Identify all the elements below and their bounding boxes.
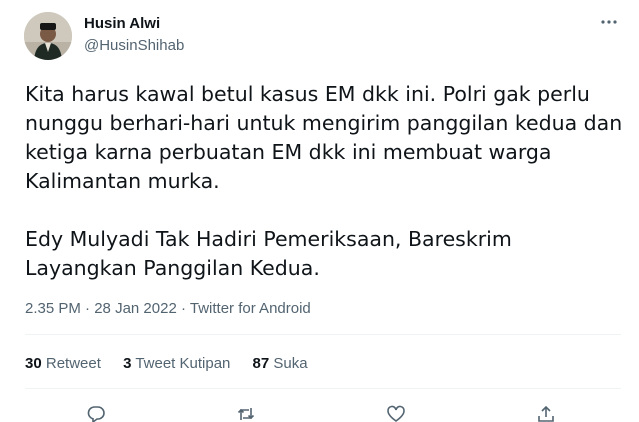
quotes-count: 3 [123,355,132,372]
quotes-label: Tweet Kutipan [135,355,231,372]
retweets-stat[interactable]: 30 Retweet [25,355,101,373]
meta-separator-2: · [180,300,186,317]
more-horizontal-icon [601,20,617,24]
tweet-card: Husin Alwi @HusinShihab Kita harus kawal… [0,0,639,422]
retweets-count: 30 [25,355,42,372]
more-options-icon[interactable] [599,12,619,35]
tweet-source[interactable]: Twitter for Android [190,300,311,317]
likes-label: Suka [273,355,308,372]
retweets-label: Retweet [45,355,101,372]
author-handle[interactable]: @HusinShihab [84,37,184,55]
likes-stat[interactable]: 87 Suka [253,355,308,373]
tweet-paragraph-1: Kita harus kawal betul kasus EM dkk ini.… [25,82,623,193]
divider [25,388,621,389]
meta-separator: · [85,300,91,317]
like-icon[interactable] [386,404,406,422]
tweet-paragraph-2: Edy Mulyadi Tak Hadiri Pemeriksaan, Bare… [25,227,512,280]
tweet-stats: 30 Retweet 3 Tweet Kutipan 87 Suka [25,355,326,373]
tweet-meta: 2.35 PM · 28 Jan 2022 · Twitter for Andr… [25,300,311,318]
reply-icon[interactable] [86,404,106,422]
tweet-date[interactable]: 28 Jan 2022 [94,300,177,317]
author-name[interactable]: Husin Alwi [84,15,160,33]
divider [25,334,621,335]
likes-count: 87 [252,355,270,372]
tweet-actions [0,400,639,422]
tweet-text: Kita harus kawal betul kasus EM dkk ini.… [25,80,625,283]
share-icon[interactable] [536,404,556,422]
retweet-icon[interactable] [236,404,256,422]
avatar[interactable] [24,12,72,60]
avatar-image [24,12,72,60]
quotes-stat[interactable]: 3 Tweet Kutipan [123,355,230,373]
tweet-time[interactable]: 2.35 PM [25,300,81,317]
